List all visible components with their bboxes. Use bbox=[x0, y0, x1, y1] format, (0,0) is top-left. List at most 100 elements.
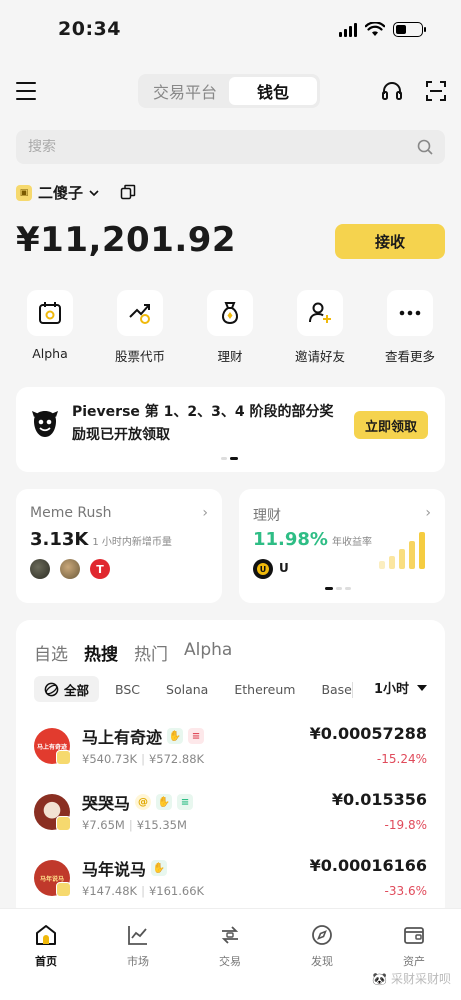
nav-trade[interactable]: 交易 bbox=[200, 923, 260, 969]
time-filter-value: 1小时 bbox=[373, 682, 409, 697]
battery-icon bbox=[393, 22, 426, 37]
quick-action-invite[interactable]: 邀请好友 bbox=[285, 290, 355, 365]
quick-action-label: 理财 bbox=[217, 349, 243, 364]
apy-value: 11.98% bbox=[253, 529, 328, 550]
quick-action-stock-token[interactable]: 股票代币 bbox=[105, 290, 175, 365]
token-volume: ¥540.73K bbox=[82, 752, 138, 766]
nav-market[interactable]: 市场 bbox=[108, 923, 168, 969]
watermark: 🐼 采财采财呗 bbox=[372, 972, 451, 986]
token-market-cap: ¥572.88K bbox=[148, 752, 205, 766]
tesla-coin-icon: T bbox=[90, 559, 110, 579]
account-switcher[interactable]: ▣ 二傻子 bbox=[16, 182, 99, 203]
divider bbox=[352, 682, 353, 698]
token-name: 马年说马 bbox=[82, 860, 147, 879]
token-row[interactable]: 哭哭马 @ ✋ ≡ ¥7.65M | ¥15.35M ¥0.015356 -19.8… bbox=[16, 788, 445, 850]
invite-friend-icon bbox=[309, 302, 331, 323]
alpha-calendar-icon bbox=[39, 302, 61, 324]
chevron-right-icon: › bbox=[202, 505, 208, 521]
wallet-icon bbox=[404, 927, 424, 944]
market-panel: 自选 热搜 热门 Alpha 全部 BSC Solana Ethereum Ba… bbox=[16, 620, 445, 920]
token-name-group: 哭哭马 @ ✋ ≡ bbox=[82, 790, 194, 814]
card-pagination bbox=[325, 587, 351, 590]
at-mention-icon: @ bbox=[135, 794, 152, 810]
status-icons bbox=[339, 22, 426, 37]
quick-action-label: Alpha bbox=[32, 346, 68, 361]
caret-down-icon bbox=[417, 684, 427, 691]
chain-all[interactable]: 全部 bbox=[34, 676, 100, 702]
finance-card[interactable]: 理财 › 11.98% 年收益率 U U bbox=[239, 489, 445, 603]
card-title: 理财 bbox=[253, 508, 281, 524]
chain-label: 全部 bbox=[64, 682, 90, 698]
copy-icon[interactable] bbox=[120, 184, 136, 200]
market-chart-icon bbox=[128, 926, 147, 945]
nav-home[interactable]: 首页 bbox=[16, 923, 76, 969]
tab-hot-search[interactable]: 热搜 bbox=[84, 640, 118, 665]
token-stats: ¥147.48K | ¥161.66K bbox=[82, 884, 205, 898]
token-change: -19.8% bbox=[384, 818, 427, 832]
tab-trending[interactable]: 热门 bbox=[134, 640, 168, 665]
quick-action-finance[interactable]: 理财 bbox=[195, 290, 265, 365]
chevron-right-icon: › bbox=[425, 505, 431, 521]
receive-button[interactable]: 接收 bbox=[335, 224, 445, 259]
menu-icon[interactable] bbox=[16, 82, 36, 100]
mode-switch: 交易平台 钱包 bbox=[138, 74, 320, 108]
token-stats: ¥7.65M | ¥15.35M bbox=[82, 818, 187, 832]
stock-token-icon bbox=[129, 304, 150, 324]
chain-badge-icon bbox=[56, 750, 71, 765]
token-stats: ¥540.73K | ¥572.88K bbox=[82, 752, 205, 766]
token-volume: ¥7.65M bbox=[82, 818, 125, 832]
token-name-group: 马上有奇迹 ✋ ≡ bbox=[82, 724, 205, 748]
search-bar[interactable] bbox=[16, 130, 445, 164]
meme-rush-card[interactable]: Meme Rush › 3.13K 1 小时内新增币量 T bbox=[16, 489, 222, 603]
token-change: -33.6% bbox=[384, 884, 427, 898]
nav-label: 交易 bbox=[219, 955, 241, 968]
time-filter-select[interactable]: 1小时 bbox=[374, 678, 427, 697]
tab-favorites[interactable]: 自选 bbox=[34, 640, 68, 665]
headset-support-icon[interactable] bbox=[381, 80, 403, 102]
total-balance: ¥11,201.92 bbox=[16, 220, 237, 260]
chain-ethereum[interactable]: Ethereum bbox=[224, 676, 305, 702]
verified-hand-icon: ✋ bbox=[167, 728, 184, 744]
promo-banner[interactable]: Pieverse 第 1、2、3、4 阶段的部分奖励现已开放领取 立即领取 bbox=[16, 387, 445, 472]
globe-icon bbox=[44, 682, 59, 696]
chain-base[interactable]: Base bbox=[311, 676, 361, 702]
nav-label: 资产 bbox=[403, 955, 425, 968]
token-row[interactable]: 马年说马 马年说马 ✋ ¥147.48K | ¥161.66K ¥0.0001616… bbox=[16, 854, 445, 916]
chevron-down-icon bbox=[89, 189, 99, 196]
u-coin-icon: U bbox=[253, 559, 273, 579]
pieverse-logo-icon bbox=[32, 411, 58, 437]
cellular-signal-icon bbox=[339, 22, 357, 37]
quick-action-label: 查看更多 bbox=[384, 349, 435, 364]
banner-text: Pieverse 第 1、2、3、4 阶段的部分奖励现已开放领取 bbox=[72, 404, 334, 443]
quick-action-alpha[interactable]: Alpha bbox=[15, 290, 85, 361]
card-subtitle: 1 小时内新增币量 bbox=[92, 537, 172, 548]
home-icon bbox=[36, 925, 56, 945]
token-price: ¥0.015356 bbox=[331, 790, 427, 809]
nav-discover[interactable]: 发现 bbox=[292, 923, 352, 969]
tag-badge-icon: ≡ bbox=[188, 728, 205, 744]
chain-badge-icon bbox=[56, 882, 71, 897]
token-name: 马上有奇迹 bbox=[82, 728, 163, 747]
token-change: -15.24% bbox=[376, 752, 427, 766]
discover-icon bbox=[312, 925, 332, 945]
tab-alpha[interactable]: Alpha bbox=[184, 640, 232, 665]
banner-pagination bbox=[221, 457, 238, 460]
nav-label: 发现 bbox=[311, 955, 333, 968]
nav-assets[interactable]: 资产 bbox=[384, 923, 444, 969]
tab-wallet[interactable]: 钱包 bbox=[229, 77, 317, 105]
token-volume: ¥147.48K bbox=[82, 884, 138, 898]
search-input[interactable] bbox=[28, 139, 328, 155]
token-row[interactable]: 马上有奇迹 马上有奇迹 ✋ ≡ ¥540.73K | ¥572.88K ¥0.000… bbox=[16, 722, 445, 784]
token-name: 哭哭马 bbox=[82, 794, 131, 813]
chain-bsc[interactable]: BSC bbox=[105, 676, 150, 702]
tab-exchange[interactable]: 交易平台 bbox=[141, 77, 229, 105]
meme-coin-icon bbox=[60, 559, 80, 579]
account-name: 二傻子 bbox=[38, 184, 84, 202]
chain-solana[interactable]: Solana bbox=[156, 676, 218, 702]
quick-action-more[interactable]: 查看更多 bbox=[375, 290, 445, 365]
wallet-avatar-icon: ▣ bbox=[16, 184, 32, 201]
claim-now-button[interactable]: 立即领取 bbox=[354, 411, 428, 439]
chain-filter: 全部 BSC Solana Ethereum Base bbox=[34, 676, 362, 702]
quick-action-label: 邀请好友 bbox=[294, 349, 345, 364]
scan-icon[interactable] bbox=[425, 80, 447, 102]
